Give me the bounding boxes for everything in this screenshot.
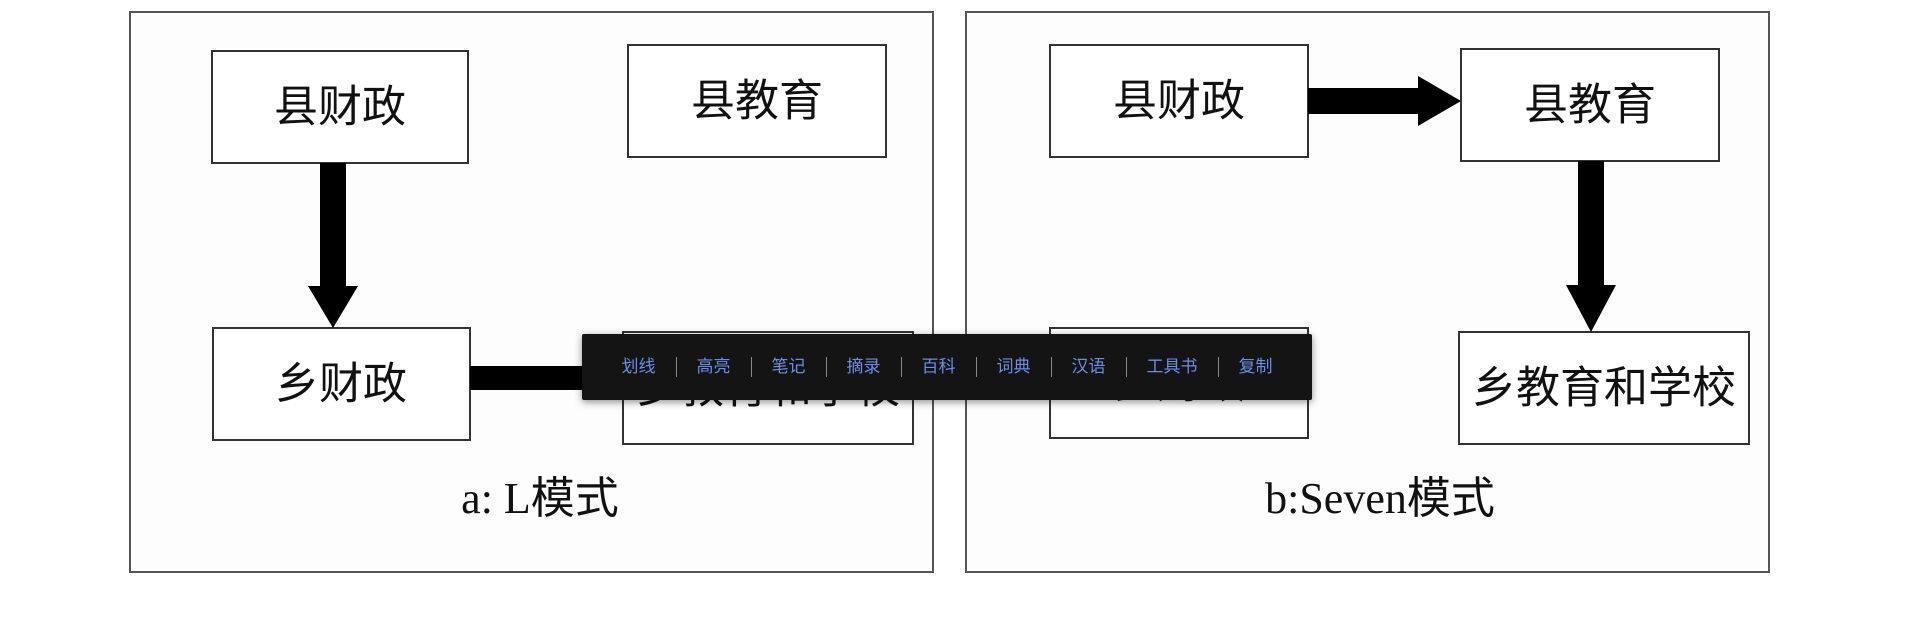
box-a-county-education-label: 县教育	[691, 76, 823, 127]
box-a-county-finance-label: 县财政	[274, 82, 406, 133]
box-b-county-education-label: 县教育	[1524, 80, 1656, 131]
toolbar-chinese-button[interactable]: 汉语	[1052, 334, 1126, 400]
box-b-township-education-label: 乡教育和学校	[1472, 363, 1736, 414]
panel-b: 县财政 县教育 乡财政 乡教育和学校	[965, 11, 1770, 573]
toolbar-reference-book-button[interactable]: 工具书	[1127, 334, 1218, 400]
box-b-county-education: 县教育	[1460, 48, 1720, 162]
panel-a-caption: a: L模式	[461, 474, 619, 523]
toolbar-highlight-button[interactable]: 高亮	[677, 334, 751, 400]
funding-model-diagram: 县财政 县教育 乡财政 乡教育和学校	[129, 11, 1770, 573]
toolbar-excerpt-button[interactable]: 摘录	[827, 334, 901, 400]
box-a-township-finance: 乡财政	[212, 327, 471, 441]
box-b-township-education: 乡教育和学校	[1458, 331, 1750, 445]
toolbar-dictionary-button[interactable]: 词典	[977, 334, 1051, 400]
panel-b-caption: b:Seven模式	[1265, 474, 1495, 523]
selection-toolbar: 划线 高亮 笔记 摘录 百科 词典 汉语 工具书 复制	[582, 334, 1312, 400]
panel-a: 县财政 县教育 乡财政 乡教育和学校	[129, 11, 934, 573]
box-a-county-education: 县教育	[627, 44, 887, 158]
document-page: 县财政 县教育 乡财政 乡教育和学校	[0, 0, 1921, 628]
toolbar-note-button[interactable]: 笔记	[752, 334, 826, 400]
toolbar-encyclopedia-button[interactable]: 百科	[902, 334, 976, 400]
box-b-county-finance-label: 县财政	[1113, 76, 1245, 127]
box-a-township-finance-label: 乡财政	[275, 359, 407, 410]
box-b-county-finance: 县财政	[1049, 44, 1309, 158]
arrow-a-township-finance-to-township-education	[470, 366, 590, 390]
box-a-county-finance: 县财政	[211, 50, 469, 164]
toolbar-underline-button[interactable]: 划线	[602, 334, 676, 400]
toolbar-copy-button[interactable]: 复制	[1219, 334, 1293, 400]
